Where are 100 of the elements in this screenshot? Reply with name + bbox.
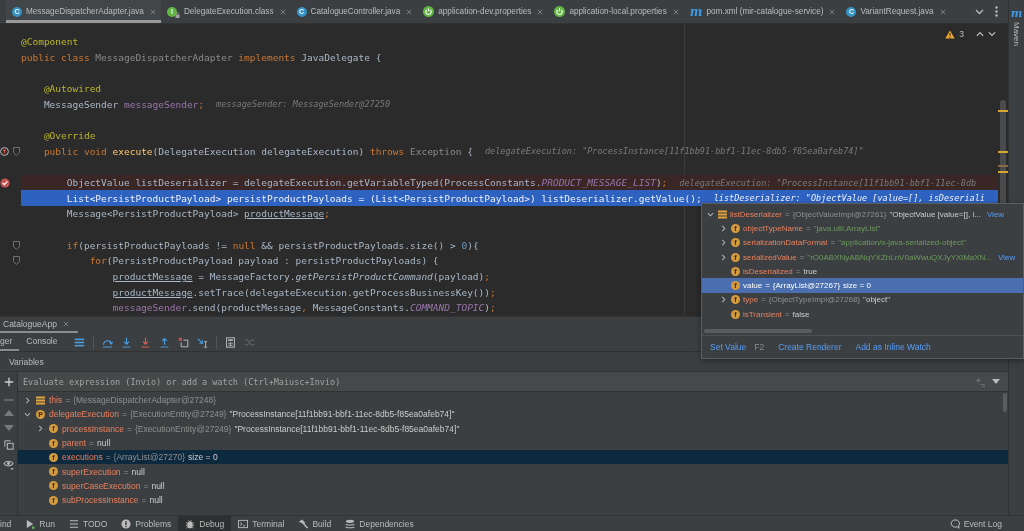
inline-hint: listDeserializer: "ObjectValue [value=[], isDeseriali	[713, 193, 985, 204]
fold-marker-icon[interactable]	[13, 256, 20, 266]
variable-text: superCaseExecution = null	[62, 480, 165, 491]
close-icon[interactable]	[829, 8, 836, 15]
code-line: @Override	[43, 130, 96, 142]
editor-tab[interactable]: application-dev.properties	[417, 0, 549, 23]
tool-window-button[interactable]: Debug	[178, 516, 232, 531]
code-line: messageSender.send(productMessage, MessageConstants.COMMAND_TOPIC);	[112, 302, 496, 314]
more-icon[interactable]	[995, 6, 998, 17]
close-icon[interactable]	[939, 8, 946, 15]
close-icon[interactable]	[279, 8, 286, 15]
chevron-down-icon[interactable]	[706, 210, 714, 218]
event-log-button[interactable]: Event Log	[949, 516, 1024, 531]
stacked-bars-icon	[718, 209, 727, 219]
warning-count: 3	[959, 29, 964, 39]
code-line: @Component	[21, 36, 79, 48]
variable-text: this = {MessageDispatcherAdapter@27248}	[49, 395, 217, 406]
tool-window-button[interactable]: Run	[18, 516, 62, 531]
chevron-down-icon[interactable]	[975, 8, 984, 15]
variable-text: superExecution = null	[62, 466, 145, 477]
popup-action-link[interactable]: Add as Inline Watch	[855, 342, 931, 352]
shortcut-hint: F2	[754, 342, 765, 352]
variable-text: listDeserializer = {ObjectValueImpl@27261} "ObjectValue [value=[], i...	[730, 209, 981, 219]
copy-icon[interactable]	[3, 440, 14, 450]
bug-icon	[185, 518, 196, 529]
tool-window-button[interactable]: ind	[0, 516, 19, 531]
code-line: public void execute(DelegateExecution delegateExecution) throws Exception {	[43, 145, 473, 157]
inline-hint: delegateExecution: "ProcessInstance[11f1bb91-bbf1-11ec-8db5-f85ea0afeb74]"	[484, 146, 864, 157]
variable-row[interactable]: this = {MessageDispatcherAdapter@27248}	[18, 393, 1008, 408]
panel-tab[interactable]: ger	[0, 333, 20, 351]
variable-row[interactable]: listDeserializer = {ObjectValueImpl@27261} "ObjectValue [value=[], i... View	[702, 207, 1023, 222]
popup-action-link[interactable]: Set Value	[710, 342, 747, 352]
tool-window-button[interactable]: Build	[291, 516, 339, 531]
fold-marker-icon[interactable]	[13, 240, 20, 250]
three-lines-icon[interactable]	[74, 336, 86, 348]
code-line: MessageSender messageSender;	[43, 98, 205, 110]
up-arrow-icon[interactable]	[159, 336, 171, 348]
plus-icon[interactable]	[3, 377, 14, 387]
close-icon[interactable]	[672, 8, 679, 15]
variable-text: subProcessInstance = null	[62, 495, 163, 506]
chevron-right-icon[interactable]	[23, 396, 31, 404]
variable-text: parent = null	[62, 438, 111, 449]
inline-hint: messageSender: MessageSender@27250	[216, 99, 391, 110]
close-icon[interactable]	[149, 8, 156, 15]
code-line: Message<PersistProductPayload> productMessage;	[66, 208, 330, 220]
chevron-up-icon[interactable]	[976, 31, 984, 37]
editor-tab[interactable]: application-local.properties	[548, 0, 684, 23]
tool-window-button[interactable]: Problems	[114, 516, 179, 531]
session-tab[interactable]: CatalogueApp	[0, 317, 78, 333]
close-icon[interactable]	[537, 8, 544, 15]
view-link[interactable]: View	[998, 252, 1016, 262]
chevron-right-icon[interactable]	[719, 224, 727, 232]
popup-action-link[interactable]: Create Renderer	[778, 342, 842, 352]
calculator-icon[interactable]	[225, 336, 237, 348]
code-line: ObjectValue listDeserializer = delegateExecution.getVariableTyped(ProcessConstants.PRODUCT_MESSAGE_LIST);	[66, 177, 668, 189]
breakpoint-check-icon[interactable]	[0, 177, 10, 188]
code-line: @Autowired	[43, 83, 102, 95]
editor-tab[interactable]: m pom.xml (mir-catalogue-service)	[683, 0, 841, 23]
fold-marker-icon[interactable]	[13, 146, 20, 156]
variable-text: executions = {ArrayList@27270} size = 0	[62, 452, 218, 463]
close-icon[interactable]	[62, 321, 69, 327]
tool-window-button[interactable]: Terminal	[231, 516, 292, 531]
chevron-right-icon[interactable]	[36, 425, 44, 433]
variable-text: objectTypeName = "java.util.ArrayList"	[743, 223, 881, 233]
down-arrow-icon[interactable]	[121, 336, 133, 348]
chevron-right-icon[interactable]	[719, 253, 727, 261]
panel-tab[interactable]: Console	[19, 333, 65, 351]
down-arrow-icon[interactable]	[140, 336, 152, 348]
variable-text: delegateExecution = {ExecutionEntity@27249} "ProcessInstance[11f1bb91-bbf1-11ec-8db5-f85ea0afeb74]"	[49, 409, 455, 420]
plus-lines-icon[interactable]	[975, 376, 985, 387]
inline-hint: delegateExecution: "ProcessInstance[11f1bb91-bbf1-11ec-8db	[679, 177, 977, 188]
variable-text: serializationDataFormat = "application/x-java-serialized-object"	[743, 238, 967, 248]
stacked-disks-icon	[345, 518, 356, 529]
hammer-icon	[298, 518, 309, 529]
chevron-down-icon[interactable]	[988, 31, 996, 37]
side-tool-tab[interactable]: m Maven	[1010, 9, 1023, 46]
warning-icon[interactable]	[945, 29, 956, 39]
close-icon[interactable]	[406, 8, 413, 15]
arrow-cursor-icon[interactable]	[197, 336, 209, 348]
variable-text: processInstance = {ExecutionEntity@27249} "ProcessInstance[11f1bb91-bbf1-11ec-8db5-f85ea0afeb74]"	[62, 423, 460, 434]
power-icon	[554, 6, 566, 17]
chevron-right-icon[interactable]	[719, 239, 727, 247]
circle-arrow-icon[interactable]	[0, 146, 9, 156]
play-icon	[25, 518, 36, 529]
cross-box-icon[interactable]	[178, 336, 190, 348]
watch-field[interactable]: Evaluate expression (Invio) or add a watch (Ctrl+Maiusc+Invio)	[18, 372, 1008, 392]
watch-input[interactable]: Evaluate expression (Invio) or add a watch (Ctrl+Maiusc+Invio)	[23, 374, 968, 389]
eye-icon[interactable]	[3, 459, 14, 470]
stacked-bars-icon	[36, 395, 45, 405]
tool-window-button[interactable]: Dependencies	[338, 516, 421, 531]
letter-m-icon: m	[1010, 9, 1023, 19]
view-link[interactable]: View	[986, 209, 1005, 219]
variable-text: type = {ObjectTypeImpl@27268} "object"	[743, 295, 891, 305]
section-title: Variables	[9, 356, 44, 367]
tool-window-button[interactable]: TODO	[61, 516, 115, 531]
chevron-down-icon[interactable]	[23, 410, 31, 418]
down-triangle-icon[interactable]	[992, 379, 1000, 384]
code-line: if(persistProductPayloads != null && persistProductPayloads.size() > 0){	[66, 239, 479, 251]
letter-m-icon: m	[689, 6, 703, 17]
chevron-right-icon[interactable]	[719, 296, 727, 304]
